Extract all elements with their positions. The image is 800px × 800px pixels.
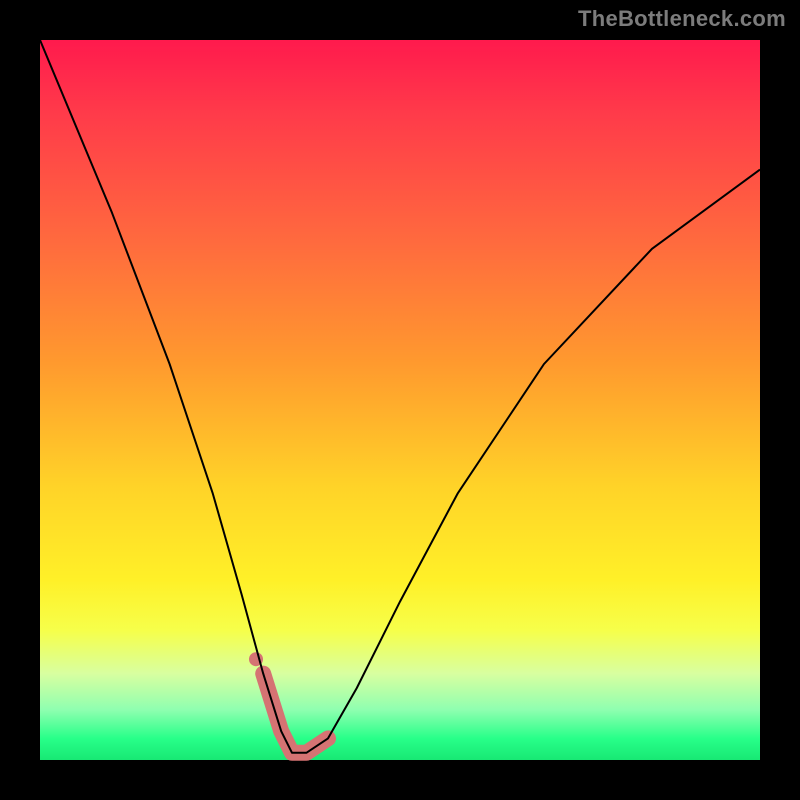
- chart-svg: [40, 40, 760, 760]
- bottleneck-curve-path: [40, 40, 760, 753]
- highlight-band-path: [263, 674, 328, 753]
- chart-frame: TheBottleneck.com: [0, 0, 800, 800]
- plot-area: [40, 40, 760, 760]
- watermark-text: TheBottleneck.com: [578, 6, 786, 32]
